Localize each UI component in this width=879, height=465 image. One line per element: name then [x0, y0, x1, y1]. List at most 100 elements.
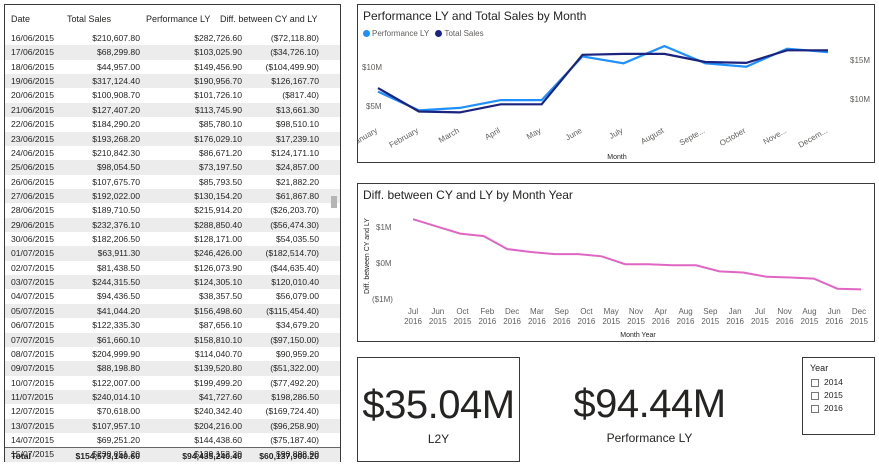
- table-row[interactable]: 25/06/2015 $98,054.50 $73,197.50 $24,857.00: [5, 160, 340, 175]
- scrollbar-thumb[interactable]: [331, 196, 337, 208]
- cell-performance-ly: $139,520.80: [194, 363, 242, 374]
- cell-performance-ly: $144,438.60: [194, 435, 242, 446]
- header-total-sales[interactable]: Total Sales: [67, 14, 111, 24]
- slicer-option-2014[interactable]: 2014: [811, 377, 843, 387]
- cell-performance-ly: $130,154.20: [194, 190, 242, 201]
- cell-total-sales: $68,299.80: [96, 47, 140, 58]
- table-row[interactable]: 26/06/2015 $107,675.70 $85,793.50 $21,882.2…: [5, 175, 340, 189]
- table-scrollbar[interactable]: [331, 31, 337, 445]
- table-row[interactable]: 04/07/2015 $94,436.50 $38,357.50 $56,079.00: [5, 289, 340, 303]
- checkbox-icon[interactable]: [811, 391, 819, 400]
- cell-date: 14/07/2015: [11, 435, 55, 446]
- cell-diff: ($169,724.40): [265, 406, 319, 417]
- right-tick: $15M: [850, 56, 870, 65]
- year-slicer[interactable]: Year 2014 2015 2016: [802, 357, 875, 435]
- cell-total-sales: $107,957.10: [92, 420, 140, 431]
- table-row[interactable]: 24/06/2015 $210,842.30 $86,671.20 $124,171.…: [5, 146, 340, 160]
- cell-diff: ($817.40): [282, 90, 319, 101]
- performance-ly-value: $94.44M: [573, 382, 726, 426]
- header-performance-ly[interactable]: Performance LY: [146, 14, 210, 24]
- x-tick-label: March: [437, 126, 461, 145]
- cell-diff: $56,079.00: [275, 291, 319, 302]
- cell-diff: ($182,514.70): [265, 248, 319, 259]
- slicer-option-2015[interactable]: 2015: [811, 390, 843, 400]
- performance-ly-card[interactable]: $94.44M Performance LY: [547, 357, 752, 462]
- table-row[interactable]: 12/07/2015 $70,618.00 $240,342.40 ($169,724…: [5, 404, 340, 418]
- l2y-card[interactable]: $35.04M L2Y: [357, 357, 520, 462]
- table-row[interactable]: 03/07/2015 $244,315.50 $124,305.10 $120,010…: [5, 275, 340, 290]
- table-row[interactable]: 06/07/2015 $122,335.30 $87,656.10 $34,679.2…: [5, 318, 340, 332]
- x-tick-month: Apr: [655, 307, 668, 316]
- table-row[interactable]: 27/06/2015 $192,022.00 $130,154.20 $61,867.…: [5, 188, 340, 204]
- header-date[interactable]: Date: [11, 14, 30, 24]
- cell-date: 11/07/2015: [11, 391, 54, 402]
- x-tick-label: July: [608, 126, 625, 141]
- cell-date: 28/06/2015: [11, 205, 55, 216]
- cell-total-sales: $193,268.20: [92, 133, 140, 144]
- table-row[interactable]: 21/06/2015 $127,407.20 $113,745.90 $13,661.…: [5, 102, 340, 118]
- table-row[interactable]: 14/07/2015 $69,251.20 $144,438.60 ($75,187.…: [5, 433, 340, 447]
- x-tick-month: Dec: [505, 307, 519, 316]
- cell-date: 30/06/2015: [11, 234, 55, 245]
- cell-total-sales: $69,251.20: [96, 435, 140, 446]
- table-row[interactable]: 08/07/2015 $204,999.90 $114,040.70 $90,959.…: [5, 347, 340, 361]
- cell-performance-ly: $87,656.10: [198, 320, 242, 331]
- l2y-value: $35.04M: [362, 383, 515, 427]
- cell-total-sales: $244,315.50: [92, 277, 140, 288]
- cell-total-sales: $210,842.30: [92, 147, 140, 158]
- x-tick-year: 2016: [726, 317, 744, 326]
- table-row[interactable]: 02/07/2015 $81,438.50 $126,073.90 ($44,635.…: [5, 261, 340, 275]
- table-row[interactable]: 28/06/2015 $189,710.50 $215,914.20 ($26,203…: [5, 203, 340, 217]
- table-row[interactable]: 19/06/2015 $317,124.40 $190,956.70 $126,167…: [5, 74, 340, 89]
- cell-date: 10/07/2015: [11, 377, 55, 388]
- cell-date: 18/06/2015: [11, 61, 55, 72]
- monthly-line-chart[interactable]: Performance LY and Total Sales by Month …: [357, 4, 875, 163]
- table-row[interactable]: 16/06/2015 $210,607.80 $282,726.60 ($72,118…: [5, 31, 340, 45]
- checkbox-icon[interactable]: [811, 378, 819, 387]
- table-row[interactable]: 07/07/2015 $61,660.10 $158,810.10 ($97,150.…: [5, 332, 340, 347]
- header-diff[interactable]: Diff. between CY and LY: [220, 14, 318, 24]
- table-row[interactable]: 09/07/2015 $88,198.80 $139,520.80 ($51,322.…: [5, 361, 340, 376]
- x-tick-month: Jun: [431, 307, 444, 316]
- cell-date: 05/07/2015: [11, 305, 55, 316]
- x-tick-month: Jul: [408, 307, 418, 316]
- cell-performance-ly: $101,726.10: [194, 90, 242, 101]
- cell-total-sales: $122,335.30: [92, 320, 140, 331]
- table-row[interactable]: 22/06/2015 $184,290.20 $85,780.10 $98,510.1…: [5, 117, 340, 131]
- x-tick-month: Jan: [729, 307, 742, 316]
- slicer-option-label: 2016: [824, 403, 843, 413]
- chart1-x-axis-title: Month: [607, 154, 627, 161]
- x-tick-label: Nove...: [762, 126, 788, 146]
- cell-total-sales: $317,124.40: [92, 76, 140, 87]
- table-row[interactable]: 10/07/2015 $122,007.00 $199,499.20 ($77,492…: [5, 376, 340, 390]
- table-row[interactable]: 01/07/2015 $63,911.30 $246,426.00 ($182,514…: [5, 246, 340, 261]
- table-row[interactable]: 13/07/2015 $107,957.10 $204,216.00 ($96,258…: [5, 418, 340, 434]
- cell-performance-ly: $282,726.60: [194, 33, 242, 43]
- table-row[interactable]: 20/06/2015 $100,908.70 $101,726.10 ($817.40…: [5, 88, 340, 102]
- table-row[interactable]: 23/06/2015 $193,268.20 $176,029.10 $17,239.…: [5, 131, 340, 146]
- table-row[interactable]: 17/06/2015 $68,299.80 $103,025.90 ($34,726.…: [5, 45, 340, 60]
- table-row[interactable]: 18/06/2015 $44,957.00 $149,456.90 ($104,499…: [5, 60, 340, 74]
- y-tick: $1M: [376, 223, 392, 232]
- x-tick-label: August: [639, 126, 666, 147]
- series-line-diff[interactable]: [412, 218, 862, 291]
- cell-diff: $34,679.20: [275, 320, 319, 331]
- table-row[interactable]: 30/06/2015 $182,206.50 $128,171.00 $54,035.…: [5, 232, 340, 246]
- cell-performance-ly: $158,810.10: [194, 334, 242, 345]
- table-row[interactable]: 11/07/2015 $240,014.10 $41,727.60 $198,286.…: [5, 389, 340, 405]
- x-tick-label: January: [358, 126, 379, 148]
- series-line-performance-ly[interactable]: [377, 44, 829, 112]
- chart2-y-axis-title: Diff. between CY and LY: [364, 218, 371, 294]
- table-row[interactable]: 05/07/2015 $41,044.20 $156,498.60 ($115,454…: [5, 303, 340, 319]
- cell-performance-ly: $149,456.90: [194, 61, 242, 72]
- slicer-option-2016[interactable]: 2016: [811, 403, 843, 413]
- cell-performance-ly: $85,793.50: [198, 176, 242, 187]
- cell-total-sales: $81,438.50: [96, 262, 140, 273]
- table-row[interactable]: 29/06/2015 $232,376.10 $288,850.40 ($56,474…: [5, 217, 340, 233]
- diff-line-chart[interactable]: Diff. between CY and LY by Month Year Di…: [357, 183, 875, 342]
- cell-date: 08/07/2015: [11, 348, 55, 359]
- cell-performance-ly: $73,197.50: [198, 162, 242, 173]
- x-tick-month: Aug: [678, 307, 692, 316]
- checkbox-icon[interactable]: [811, 404, 819, 413]
- x-tick-year: 2015: [429, 317, 447, 326]
